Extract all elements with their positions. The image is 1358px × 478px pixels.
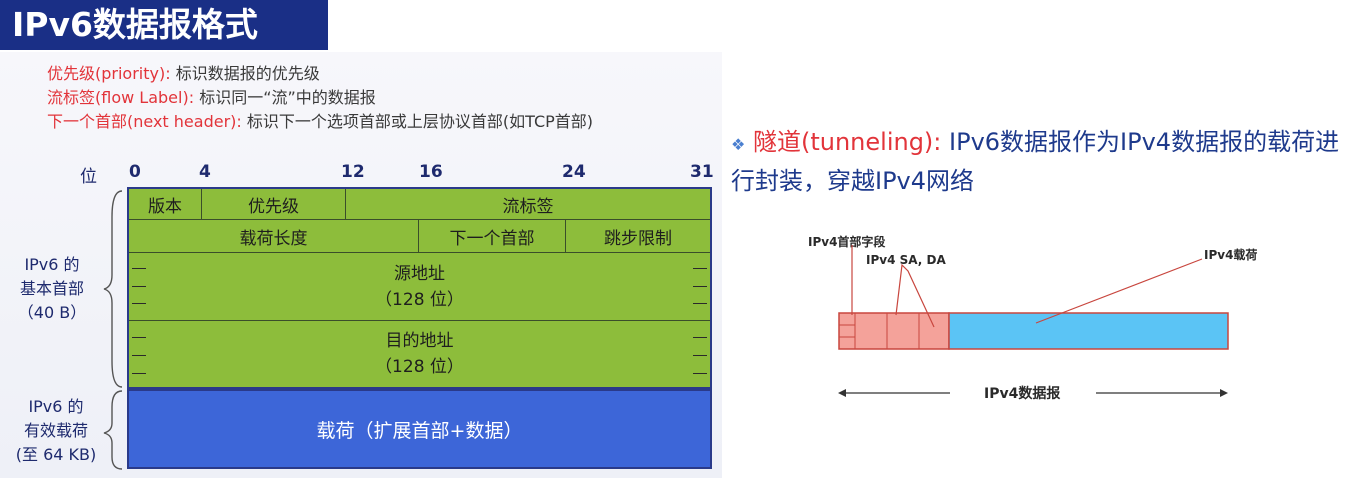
definition-term: 优先级(priority):: [47, 64, 171, 83]
page-title: IPv6数据报格式: [0, 0, 328, 50]
side-label-line: 有效载荷: [23, 421, 88, 440]
bit-tick-label: 16: [419, 162, 443, 182]
tunneling-term: 隧道(tunneling):: [752, 128, 942, 156]
definition-term: 下一个首部(next header):: [47, 112, 242, 131]
address-ticks-right: [693, 253, 707, 387]
bullet-diamond-icon: ❖: [731, 135, 746, 154]
field-version: 版本: [129, 189, 202, 220]
side-label-line: IPv6 的: [24, 255, 80, 274]
bit-tick-label: 24: [562, 162, 586, 182]
bit-tick-label: 31: [690, 162, 714, 182]
payload-side-label: IPv6 的 有效载荷 (至 64 KB): [2, 395, 110, 467]
destination-address-size: （128 位）: [375, 357, 464, 377]
ipv6-header-box: 版本 优先级 流标签 载荷长度 下一个首部 跳步限制 源地址 （128 位） 目…: [127, 187, 712, 389]
definition-desc: 标识同一“流”中的数据报: [199, 88, 376, 107]
side-label-line: IPv6 的: [28, 397, 84, 416]
tunnel-diagram: [838, 245, 1229, 397]
address-ticks-left: [132, 253, 146, 387]
field-destination-address: 目的地址 （128 位）: [129, 321, 710, 387]
side-label-line: (至 64 KB): [15, 445, 97, 464]
ipv4-datagram-label: IPv4数据报: [984, 386, 1061, 402]
side-label-line: （40 B）: [17, 303, 87, 322]
field-flow-label: 流标签: [346, 189, 710, 220]
definition-desc: 标识下一个选项首部或上层协议首部(如TCP首部): [246, 112, 594, 131]
source-address-label: 源地址: [394, 263, 445, 284]
bit-tick-label: 4: [199, 162, 211, 182]
ipv4-payload-block: [948, 312, 1229, 350]
side-label-line: 基本首部: [19, 279, 84, 298]
definition-priority: 优先级(priority): 标识数据报的优先级: [47, 62, 593, 86]
header-brace: [103, 190, 123, 388]
field-payload-length: 载荷长度: [129, 220, 419, 253]
definition-term: 流标签(flow Label):: [47, 88, 195, 107]
definition-desc: 标识数据报的优先级: [175, 64, 320, 83]
bit-tick-label: 0: [129, 162, 141, 182]
field-next-header: 下一个首部: [419, 220, 566, 253]
bit-axis-label: 位: [80, 167, 97, 187]
definition-next-header: 下一个首部(next header): 标识下一个选项首部或上层协议首部(如TC…: [47, 110, 593, 134]
field-source-address: 源地址 （128 位）: [129, 253, 710, 321]
definition-flow-label: 流标签(flow Label): 标识同一“流”中的数据报: [47, 86, 593, 110]
field-definitions: 优先级(priority): 标识数据报的优先级 流标签(flow Label)…: [47, 62, 593, 134]
source-address-size: （128 位）: [375, 289, 464, 310]
field-priority: 优先级: [202, 189, 346, 220]
header-side-label: IPv6 的 基本首部 （40 B）: [2, 253, 102, 325]
bit-tick-label: 12: [341, 162, 365, 182]
ipv6-payload-box: 载荷（扩展首部+数据）: [127, 389, 712, 469]
field-hop-limit: 跳步限制: [566, 220, 710, 253]
destination-address-label: 目的地址: [385, 331, 454, 351]
tunneling-description: ❖ 隧道(tunneling): IPv6数据报作为IPv4数据报的载荷进行封装…: [731, 124, 1358, 199]
